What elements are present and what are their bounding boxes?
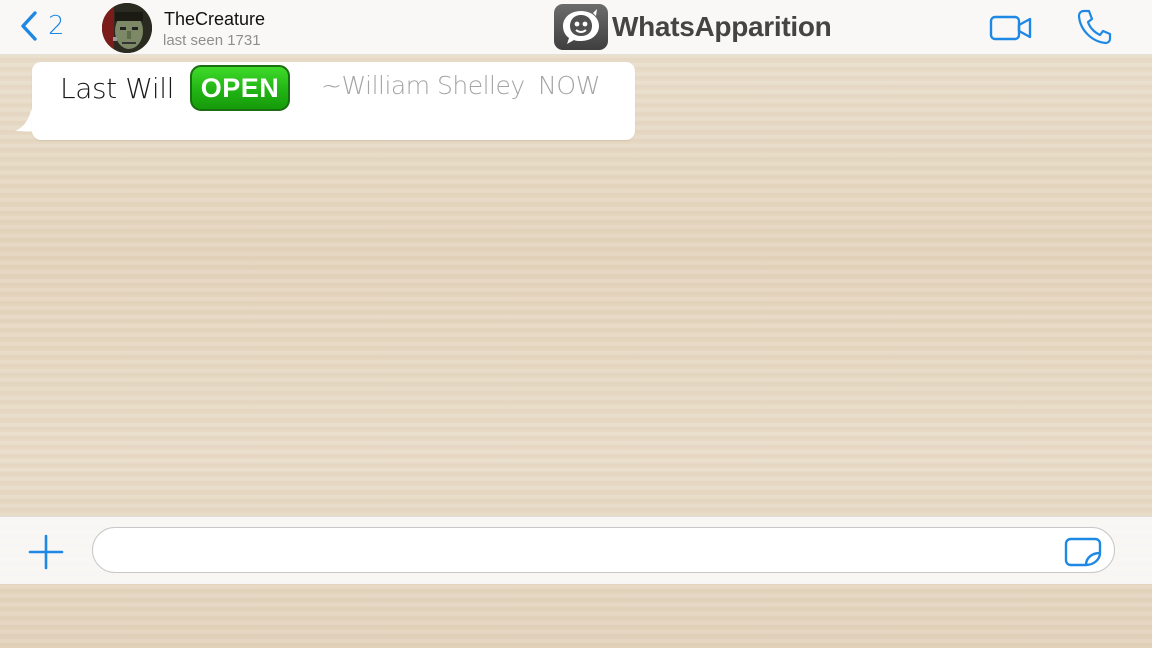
back-button[interactable]: 2 [18, 8, 65, 44]
creature-portrait [102, 3, 152, 53]
message-time: NOW [538, 71, 601, 100]
contact-name[interactable]: TheCreature [164, 9, 265, 30]
message-author: ~William Shelley [321, 71, 525, 100]
message-bubble: Last Will OPEN ~William Shelley NOW [32, 62, 635, 140]
chat-header: 2 TheCreature last seen 1731 WhatsAppari… [0, 0, 1152, 55]
message-input[interactable] [92, 527, 1115, 573]
brand: WhatsApparition [554, 3, 832, 51]
open-button[interactable]: OPEN [190, 65, 290, 111]
unread-count: 2 [48, 11, 65, 41]
phone-icon[interactable] [1076, 8, 1112, 46]
contact-status: last seen 1731 [163, 32, 261, 49]
avatar[interactable] [102, 3, 152, 53]
input-bar [0, 516, 1152, 584]
chevron-left-icon [21, 11, 37, 41]
sticker-icon[interactable] [1064, 537, 1102, 567]
brand-name: WhatsApparition [612, 11, 832, 42]
video-camera-icon[interactable] [989, 13, 1033, 43]
message-text: Last Will [60, 72, 175, 105]
ghost-chat-logo-icon [554, 4, 608, 50]
plus-icon[interactable] [28, 534, 64, 570]
